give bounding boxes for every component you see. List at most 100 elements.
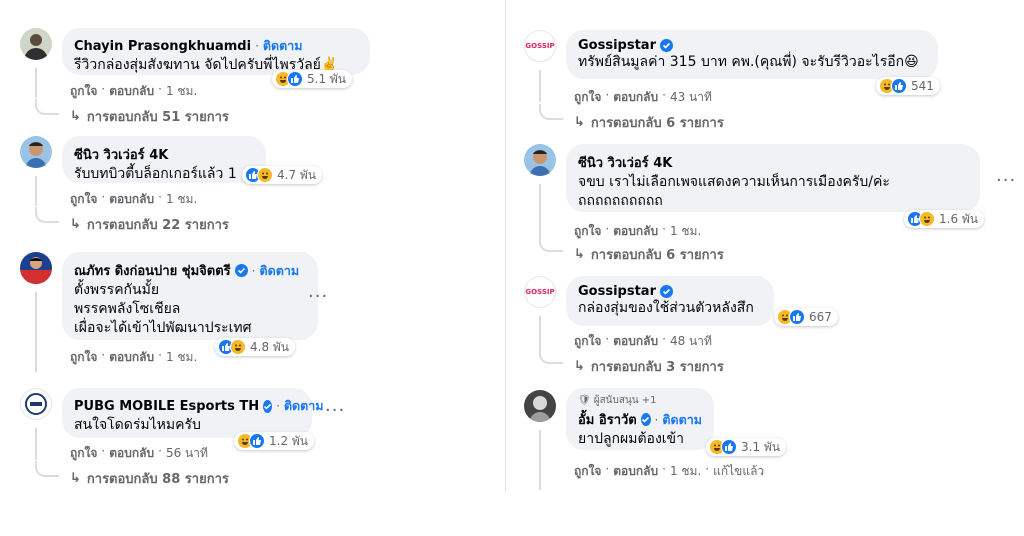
follow-button[interactable]: ติดตาม	[284, 396, 324, 416]
comment-author[interactable]: ณภัทร ดิงก่อนบ่าย ชุ่มจิตตรี	[74, 260, 231, 281]
comment-author[interactable]: ซีนิว วิวเว่อร์ 4K	[74, 144, 168, 165]
follow-button[interactable]: ติดตาม	[263, 36, 303, 56]
comment-author[interactable]: อั้ม อิราวัต	[578, 409, 637, 430]
comment-time[interactable]: 1 ชม.	[670, 222, 701, 241]
like-button[interactable]: ถูกใจ	[70, 190, 97, 209]
comment-author[interactable]: Gossipstar	[578, 284, 656, 299]
avatar[interactable]	[20, 252, 52, 284]
reply-button[interactable]: ตอบกลับ	[109, 190, 154, 209]
comment-time[interactable]: 1 ชม.	[670, 462, 701, 481]
comment-zenew: ซีนิว วิวเว่อร์ 4K รับบทบิวตี้บล็อกเกอร์…	[20, 136, 500, 238]
view-replies-button[interactable]: ↳ การตอบกลับ 51 รายการ	[70, 106, 229, 127]
comment-actions: ถูกใจ · ตอบกลับ · 48 นาที	[574, 332, 712, 351]
comment-time[interactable]: 43 นาที	[670, 88, 712, 107]
comment-bubble: 🛡 ผู้สนับสนุน +1 อั้ม อิราวัต · ติดตาม ย…	[566, 388, 714, 450]
reply-button[interactable]: ตอบกลับ	[613, 222, 658, 241]
comment-author[interactable]: Chayin Prasongkhuamdi	[74, 39, 251, 54]
like-button[interactable]: ถูกใจ	[574, 222, 601, 241]
reply-button[interactable]: ตอบกลับ	[613, 462, 658, 481]
reply-arrow-icon: ↳	[70, 471, 81, 486]
reply-button[interactable]: ตอบกลับ	[109, 348, 154, 367]
reaction-count: 667	[809, 310, 832, 324]
comment-time[interactable]: 48 นาที	[670, 332, 712, 351]
supporter-badge: ผู้สนับสนุน +1	[593, 395, 657, 406]
verified-badge-icon	[659, 285, 673, 298]
comment-time[interactable]: 56 นาที	[166, 444, 208, 463]
avatar[interactable]: GOSSIP	[524, 30, 556, 62]
comment-actions: ถูกใจ · ตอบกลับ · 1 ชม.	[70, 348, 197, 367]
follow-button[interactable]: ติดตาม	[662, 410, 702, 430]
comment-zenew-2: ซีนิว วิวเว่อร์ 4K จขบ เราไม่เลือกเพจแสด…	[524, 144, 1020, 265]
comment-pubg: PUBG MOBILE Esports TH · ติดตาม สนใจโดดร…	[20, 388, 500, 492]
avatar[interactable]: GOSSIP	[524, 276, 556, 308]
avatar[interactable]	[20, 28, 52, 60]
comment-time[interactable]: 1 ชม.	[166, 82, 197, 101]
verified-badge-icon	[659, 39, 673, 52]
comment-bubble: ณภัทร ดิงก่อนบ่าย ชุ่มจิตตรี · ติดตาม ตั…	[62, 252, 318, 340]
follow-button[interactable]: ติดตาม	[259, 261, 299, 281]
comment-author[interactable]: ซีนิว วิวเว่อร์ 4K	[578, 152, 672, 173]
more-options-icon[interactable]: ···	[325, 400, 345, 421]
comment-text-line: ถถถถถถถถถถ	[578, 193, 663, 209]
reaction-summary[interactable]: 3.1 พัน	[706, 438, 787, 456]
avatar[interactable]	[524, 390, 556, 422]
right-comments-panel: GOSSIP Gossipstar ทรัพย์สินมูลค่า 315 บา…	[508, 0, 1024, 492]
comment-text: ยาปลูกผมต้องเข้า	[578, 431, 684, 447]
reaction-count: 3.1 พัน	[741, 439, 781, 454]
comment-author[interactable]: PUBG MOBILE Esports TH	[74, 399, 259, 414]
reply-button[interactable]: ตอบกลับ	[613, 88, 658, 107]
reply-button[interactable]: ตอบกลับ	[109, 82, 154, 101]
reaction-count: 1.2 พัน	[269, 433, 309, 448]
pubg-logo-icon	[25, 393, 47, 415]
left-comments-panel: Chayin Prasongkhuamdi · ติดตาม รีวิวกล่อ…	[0, 0, 504, 492]
like-reaction-icon	[721, 439, 737, 455]
view-replies-button[interactable]: ↳ การตอบกลับ 6 รายการ	[574, 244, 724, 265]
edited-label: แก้ไขแล้ว	[713, 464, 765, 478]
like-button[interactable]: ถูกใจ	[70, 348, 97, 367]
haha-reaction-icon	[919, 211, 935, 227]
reaction-summary[interactable]: 5.1 พัน	[272, 70, 353, 88]
gossip-logo: GOSSIP	[525, 288, 555, 296]
like-reaction-icon	[287, 71, 303, 87]
avatar[interactable]	[524, 144, 556, 176]
comment-text-line: เผื่อจะได้เข้าไปพัฒนาประเทศ	[74, 320, 252, 336]
reply-arrow-icon: ↳	[574, 247, 585, 262]
reaction-summary[interactable]: 667	[774, 308, 838, 326]
reply-button[interactable]: ตอบกลับ	[613, 332, 658, 351]
thread-line	[35, 68, 37, 98]
reaction-summary[interactable]: 4.8 พัน	[215, 338, 296, 356]
comment-text: รับบทบิวตี้บล็อกเกอร์แล้ว 1	[74, 166, 237, 182]
comment-actions: ถูกใจ · ตอบกลับ · 1 ชม.	[70, 82, 197, 101]
like-button[interactable]: ถูกใจ	[574, 332, 601, 351]
haha-reaction-icon	[230, 339, 246, 355]
view-replies-button[interactable]: ↳ การตอบกลับ 3 รายการ	[574, 356, 724, 377]
reply-arrow-icon: ↳	[70, 217, 81, 232]
comment-napat: ณภัทร ดิงก่อนบ่าย ชุ่มจิตตรี · ติดตาม ตั…	[20, 252, 500, 382]
reaction-summary[interactable]: 1.6 พัน	[904, 210, 985, 228]
supporter-badge-icon: 🛡	[578, 395, 591, 406]
avatar[interactable]	[20, 136, 52, 168]
verified-badge-icon	[234, 264, 248, 277]
reaction-summary[interactable]: 1.2 พัน	[234, 432, 315, 450]
comment-text: กล่องสุ่มของใช้ส่วนตัวหลังสึก	[578, 300, 754, 316]
comment-time[interactable]: 1 ชม.	[166, 348, 197, 367]
like-button[interactable]: ถูกใจ	[70, 82, 97, 101]
reaction-summary[interactable]: 4.7 พัน	[242, 166, 323, 184]
reply-button[interactable]: ตอบกลับ	[109, 444, 154, 463]
more-options-icon[interactable]: ···	[996, 170, 1016, 191]
like-button[interactable]: ถูกใจ	[70, 444, 97, 463]
reply-arrow-icon: ↳	[574, 115, 585, 130]
like-button[interactable]: ถูกใจ	[574, 462, 601, 481]
comment-actions: ถูกใจ · ตอบกลับ · 1 ชม. · แก้ไขแล้ว	[574, 462, 764, 481]
reaction-count: 541	[911, 79, 934, 93]
reaction-summary[interactable]: 541	[876, 77, 940, 95]
comment-author[interactable]: Gossipstar	[578, 38, 656, 53]
view-replies-button[interactable]: ↳ การตอบกลับ 88 รายการ	[70, 468, 229, 489]
view-replies-button[interactable]: ↳ การตอบกลับ 22 รายการ	[70, 214, 229, 235]
comment-aum: 🛡 ผู้สนับสนุน +1 อั้ม อิราวัต · ติดตาม ย…	[524, 388, 1020, 492]
like-button[interactable]: ถูกใจ	[574, 88, 601, 107]
view-replies-button[interactable]: ↳ การตอบกลับ 6 รายการ	[574, 112, 724, 133]
more-options-icon[interactable]: ···	[308, 286, 328, 307]
avatar[interactable]	[20, 388, 52, 420]
comment-time[interactable]: 1 ชม.	[166, 190, 197, 209]
